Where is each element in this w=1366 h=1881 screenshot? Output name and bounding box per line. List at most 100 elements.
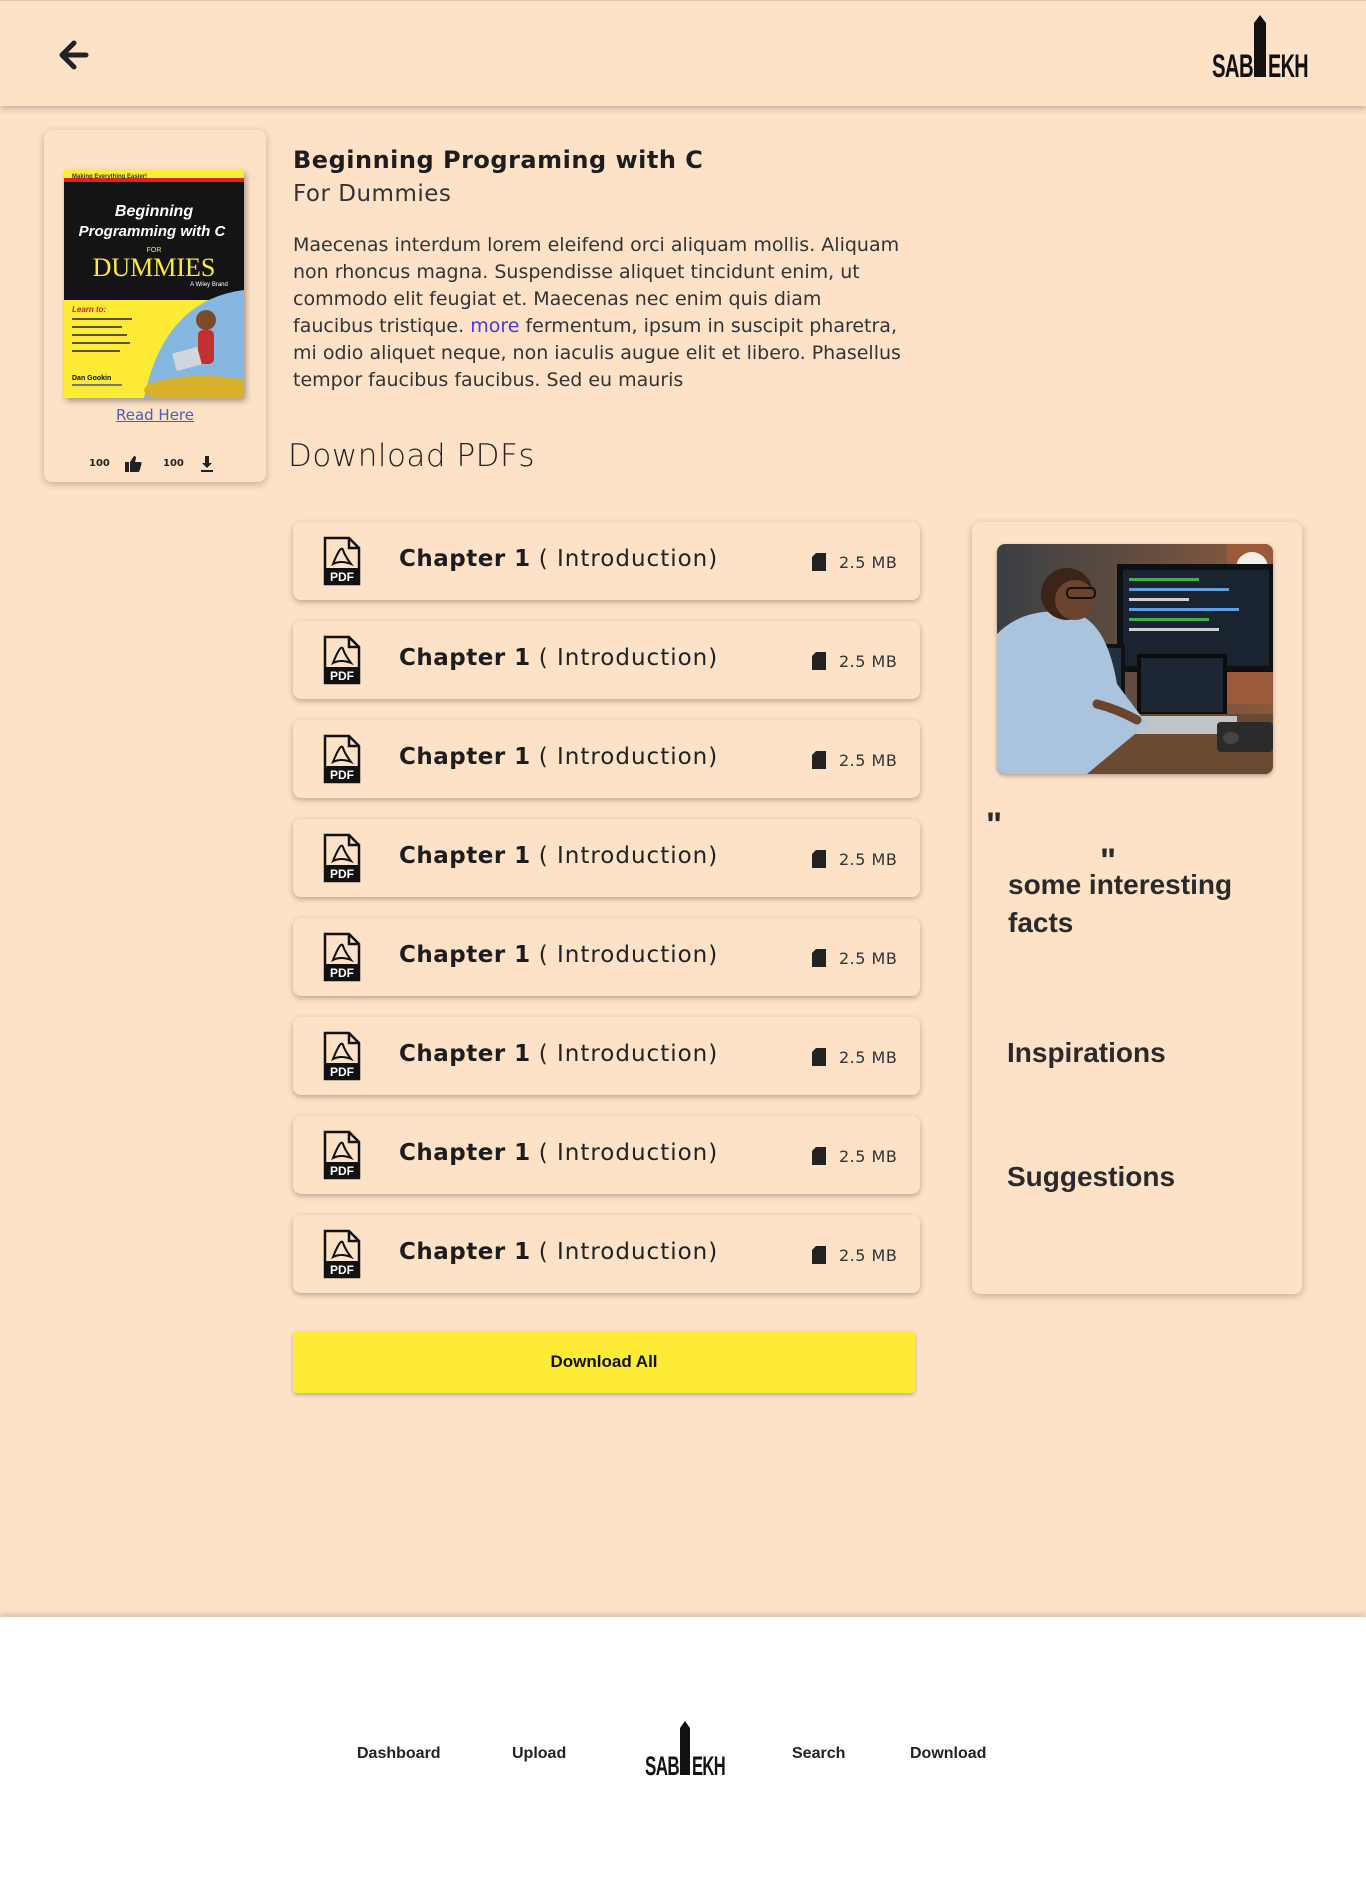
chapter-row[interactable]: PDF Chapter 1 ( Introduction) 2.5 MB	[293, 918, 920, 996]
sd-card-icon	[811, 651, 827, 671]
svg-text:PDF: PDF	[330, 966, 354, 980]
chapter-subtitle: ( Introduction)	[538, 1239, 719, 1265]
nav-download[interactable]: Download	[910, 1745, 986, 1763]
svg-text:PDF: PDF	[330, 669, 354, 683]
pdf-file-icon: PDF	[323, 932, 361, 982]
nav-dashboard[interactable]: Dashboard	[357, 1745, 441, 1763]
chapter-label: Chapter 1	[399, 1140, 531, 1166]
chapter-title: Chapter 1 ( Introduction)	[399, 942, 718, 968]
chapter-subtitle: ( Introduction)	[538, 1140, 719, 1166]
chapter-subtitle: ( Introduction)	[538, 744, 719, 770]
pdf-file-icon: PDF	[323, 635, 361, 685]
footer-nav: Dashboard Upload SAB EKH Search Download	[0, 1617, 1366, 1881]
file-size: 2.5 MB	[839, 553, 898, 572]
book-card: Making Everything Easier! Beginning Prog…	[44, 130, 266, 482]
svg-text:EKH: EKH	[1268, 48, 1308, 84]
chapter-title: Chapter 1 ( Introduction)	[399, 645, 718, 671]
quote-close: "	[1100, 842, 1117, 880]
svg-text:Programming with C: Programming with C	[79, 223, 227, 240]
pdf-file-icon: PDF	[323, 536, 361, 586]
more-link[interactable]: more	[470, 315, 519, 337]
downloads-count: 100	[163, 458, 184, 469]
chapter-subtitle: ( Introduction)	[538, 546, 719, 572]
sd-card-icon	[811, 849, 827, 869]
pdf-file-icon: PDF	[323, 1229, 361, 1279]
sd-card-icon	[811, 1245, 827, 1265]
svg-text:PDF: PDF	[330, 1065, 354, 1079]
brand-logo[interactable]: SAB EKH	[1212, 15, 1309, 85]
svg-text:Dan Gookin: Dan Gookin	[72, 375, 111, 382]
chapter-row[interactable]: PDF Chapter 1 ( Introduction) 2.5 MB	[293, 522, 920, 600]
arrow-left-icon	[59, 40, 89, 70]
side-panel: " some interesting facts " Inspirations …	[972, 522, 1302, 1294]
chapter-subtitle: ( Introduction)	[538, 1041, 719, 1067]
chapter-label: Chapter 1	[399, 645, 531, 671]
svg-text:SAB: SAB	[645, 1751, 679, 1781]
book-subtitle: For Dummies	[293, 181, 452, 207]
chapter-subtitle: ( Introduction)	[538, 843, 719, 869]
svg-text:SAB: SAB	[1212, 48, 1253, 84]
book-cover[interactable]: Making Everything Easier! Beginning Prog…	[64, 170, 244, 398]
chapter-label: Chapter 1	[399, 843, 531, 869]
chapter-row[interactable]: PDF Chapter 1 ( Introduction) 2.5 MB	[293, 1215, 920, 1293]
nav-upload[interactable]: Upload	[512, 1745, 566, 1763]
pdf-file-icon: PDF	[323, 734, 361, 784]
chapter-row[interactable]: PDF Chapter 1 ( Introduction) 2.5 MB	[293, 621, 920, 699]
book-description: Maecenas interdum lorem eleifend orci al…	[293, 232, 903, 394]
footer-logo[interactable]: SAB EKH	[645, 1721, 726, 1781]
download-all-button[interactable]: Download All	[293, 1331, 915, 1393]
chapter-title: Chapter 1 ( Introduction)	[399, 1140, 718, 1166]
book-stats: 100 100	[44, 452, 266, 476]
sd-card-icon	[811, 750, 827, 770]
thumbs-up-icon[interactable]	[123, 454, 143, 474]
chapter-row[interactable]: PDF Chapter 1 ( Introduction) 2.5 MB	[293, 1017, 920, 1095]
sd-card-icon	[811, 1146, 827, 1166]
suggestions-link[interactable]: Suggestions	[1007, 1161, 1175, 1193]
file-size: 2.5 MB	[839, 1246, 898, 1265]
svg-text:Making Everything Easier!: Making Everything Easier!	[72, 174, 147, 180]
pdf-file-icon: PDF	[323, 1031, 361, 1081]
chapter-title: Chapter 1 ( Introduction)	[399, 1041, 718, 1067]
svg-text:PDF: PDF	[330, 768, 354, 782]
chapter-subtitle: ( Introduction)	[538, 645, 719, 671]
svg-text:PDF: PDF	[330, 1263, 354, 1277]
file-size: 2.5 MB	[839, 1147, 898, 1166]
chapter-label: Chapter 1	[399, 744, 531, 770]
svg-text:A Wiley Brand: A Wiley Brand	[190, 282, 228, 288]
nav-search[interactable]: Search	[792, 1745, 845, 1763]
chapter-label: Chapter 1	[399, 942, 531, 968]
svg-text:PDF: PDF	[330, 867, 354, 881]
file-size: 2.5 MB	[839, 751, 898, 770]
svg-text:Beginning: Beginning	[115, 203, 193, 220]
chapter-title: Chapter 1 ( Introduction)	[399, 1239, 718, 1265]
svg-text:EKH: EKH	[692, 1751, 725, 1781]
chapter-title: Chapter 1 ( Introduction)	[399, 546, 718, 572]
chapter-row[interactable]: PDF Chapter 1 ( Introduction) 2.5 MB	[293, 819, 920, 897]
chapter-title: Chapter 1 ( Introduction)	[399, 744, 718, 770]
pdf-file-icon: PDF	[323, 1130, 361, 1180]
book-title: Beginning Programing with C	[293, 146, 704, 174]
back-button[interactable]	[56, 37, 96, 73]
programmer-image	[997, 544, 1273, 774]
chapter-label: Chapter 1	[399, 1041, 531, 1067]
chapter-label: Chapter 1	[399, 1239, 531, 1265]
section-title: Download PDFs	[288, 438, 535, 474]
pdf-file-icon: PDF	[323, 833, 361, 883]
svg-text:PDF: PDF	[330, 1164, 354, 1178]
interesting-facts-quote: some interesting facts	[1008, 869, 1233, 938]
svg-text:DUMMIES: DUMMIES	[93, 253, 216, 282]
svg-text:Learn to:: Learn to:	[72, 305, 107, 314]
sd-card-icon	[811, 1047, 827, 1067]
file-size: 2.5 MB	[839, 949, 898, 968]
chapter-subtitle: ( Introduction)	[538, 942, 719, 968]
download-icon[interactable]	[197, 454, 217, 474]
chapter-row[interactable]: PDF Chapter 1 ( Introduction) 2.5 MB	[293, 1116, 920, 1194]
chapter-row[interactable]: PDF Chapter 1 ( Introduction) 2.5 MB	[293, 720, 920, 798]
inspirations-link[interactable]: Inspirations	[1007, 1037, 1166, 1069]
read-here-link[interactable]: Read Here	[44, 406, 266, 424]
file-size: 2.5 MB	[839, 850, 898, 869]
likes-count: 100	[89, 458, 110, 469]
sd-card-icon	[811, 552, 827, 572]
file-size: 2.5 MB	[839, 652, 898, 671]
top-header: SAB EKH	[0, 0, 1366, 106]
